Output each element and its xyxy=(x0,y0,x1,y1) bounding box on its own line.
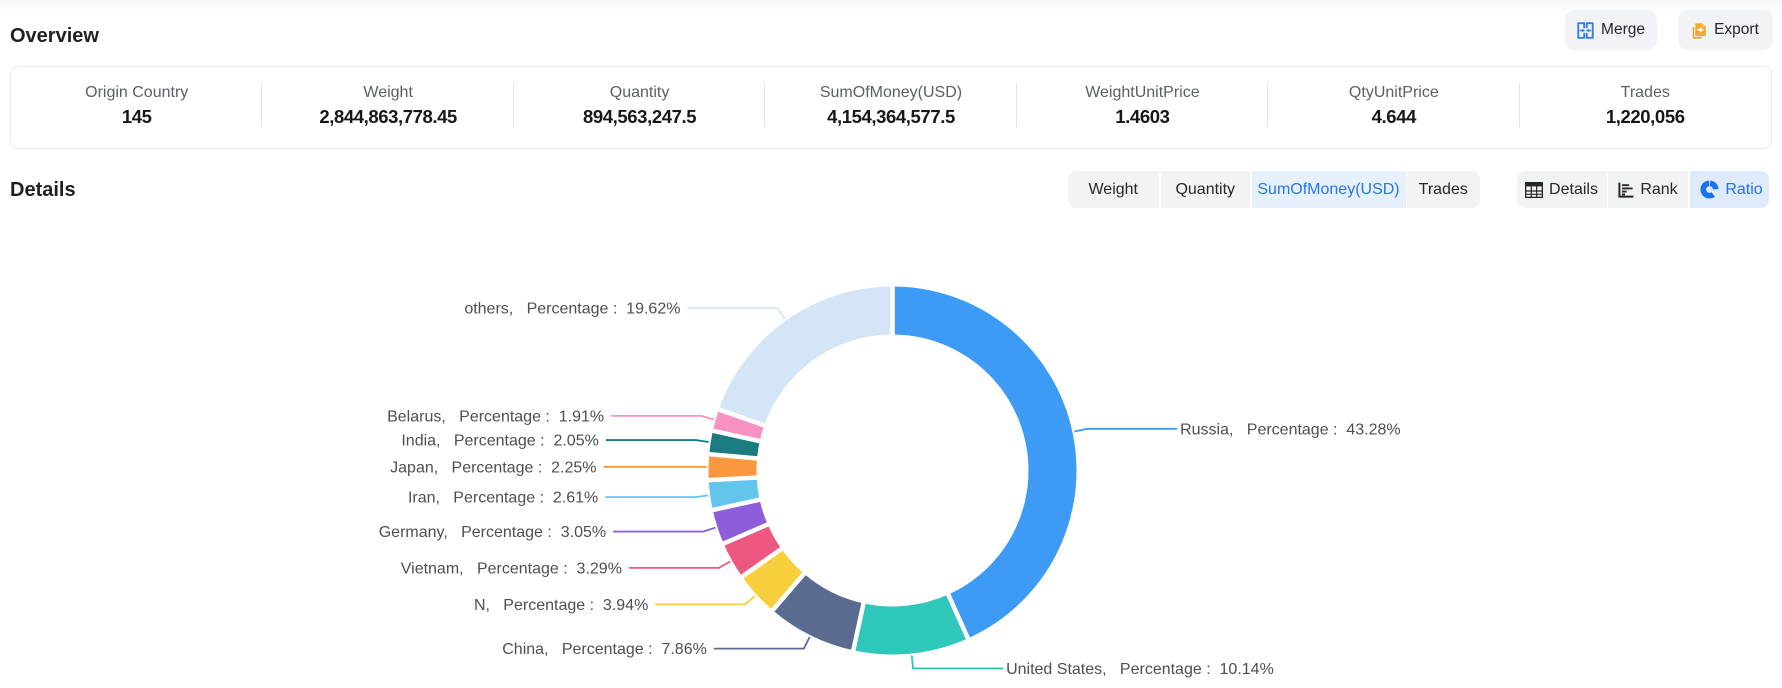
svg-text:Russia, Percentage : 43.28%: Russia, Percentage : 43.28% xyxy=(1180,421,1401,438)
svg-text:Japan, Percentage : 2.25%: Japan, Percentage : 2.25% xyxy=(390,459,596,476)
svg-text:Iran, Percentage : 2.61%: Iran, Percentage : 2.61% xyxy=(408,490,598,507)
svg-text:Germany, Percentage : 3.05%: Germany, Percentage : 3.05% xyxy=(379,524,606,541)
svg-text:United States, Percentage :: United States, Percentage : 10.14% xyxy=(1006,661,1274,678)
svg-text:Belarus, Percentage : 1.91%: Belarus, Percentage : 1.91% xyxy=(387,408,604,425)
svg-text:China, Percentage : 7.86%: China, Percentage : 7.86% xyxy=(502,641,707,658)
svg-text:India, Percentage : 2.05%: India, Percentage : 2.05% xyxy=(401,433,598,450)
svg-text:others, Percentage : 19.62%: others, Percentage : 19.62% xyxy=(464,301,680,318)
svg-text:N, Percentage : 3.94%: N, Percentage : 3.94% xyxy=(474,597,648,614)
svg-text:Vietnam, Percentage : 3.29%: Vietnam, Percentage : 3.29% xyxy=(401,560,622,577)
